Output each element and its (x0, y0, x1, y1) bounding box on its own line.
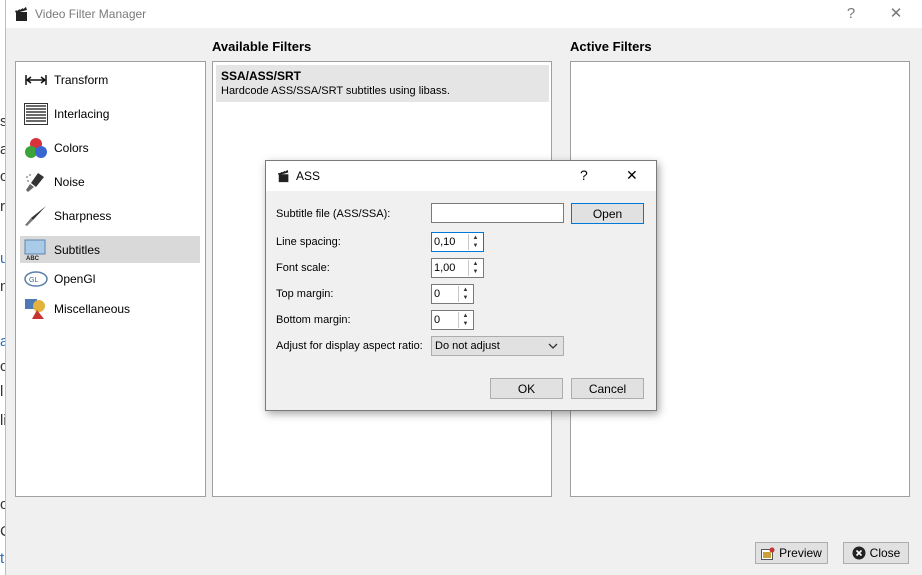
subtitles-icon: ABC (24, 239, 48, 261)
category-item-sharpness[interactable]: Sharpness (20, 202, 200, 229)
background-text: l (0, 383, 4, 400)
category-label: Subtitles (54, 242, 101, 257)
svg-text:GL: GL (29, 277, 38, 284)
arrow-up-icon[interactable]: ▲ (459, 312, 472, 320)
category-item-transform[interactable]: Transform (20, 66, 200, 93)
arrow-up-icon[interactable]: ▲ (469, 234, 482, 242)
arrow-up-icon[interactable]: ▲ (459, 286, 472, 294)
available-filters-heading: Available Filters (212, 39, 312, 54)
aspect-ratio-value: Do not adjust (435, 340, 500, 352)
close-label: Close (869, 546, 901, 560)
category-label: OpenGl (54, 271, 96, 286)
top-margin-label: Top margin: (276, 288, 334, 300)
transform-icon (24, 69, 48, 91)
sharpness-icon (24, 205, 48, 227)
window-title: Video Filter Manager (35, 7, 147, 21)
available-filter-item[interactable]: SSA/ASS/SRT Hardcode ASS/SSA/SRT subtitl… (216, 65, 549, 102)
arrow-down-icon[interactable]: ▼ (469, 268, 482, 276)
bottom-margin-value: 0 (434, 314, 441, 326)
line-spacing-spinbox[interactable]: 0,10 ▲ ▼ (431, 232, 484, 252)
arrow-down-icon[interactable]: ▼ (469, 242, 482, 250)
font-scale-label: Font scale: (276, 262, 330, 274)
top-margin-value: 0 (434, 288, 441, 300)
subtitle-file-label: Subtitle file (ASS/SSA): (276, 208, 391, 220)
preview-button[interactable]: Preview (755, 542, 828, 564)
opengl-icon: GL (24, 268, 48, 290)
chevron-down-icon (548, 341, 558, 351)
filter-description: Hardcode ASS/SSA/SRT subtitles using lib… (221, 85, 450, 97)
category-item-interlacing[interactable]: Interlacing (20, 100, 200, 127)
category-item-miscellaneous[interactable]: Miscellaneous (20, 295, 200, 322)
font-scale-stepper[interactable]: ▲ ▼ (468, 260, 482, 276)
close-button[interactable]: Close (843, 542, 909, 564)
active-filters-heading: Active Filters (570, 39, 652, 54)
open-button[interactable]: Open (571, 203, 644, 224)
arrow-down-icon[interactable]: ▼ (459, 294, 472, 302)
close-icon (852, 546, 866, 560)
dialog-close-button[interactable]: ✕ (626, 167, 638, 184)
colors-icon (24, 137, 48, 159)
category-label: Miscellaneous (54, 301, 131, 316)
category-item-colors[interactable]: Colors (20, 134, 200, 161)
line-spacing-stepper[interactable]: ▲ ▼ (468, 234, 482, 250)
ass-dialog: ASS ? ✕ Subtitle file (ASS/SSA): Open Li… (265, 160, 657, 411)
top-margin-spinbox[interactable]: 0 ▲ ▼ (431, 284, 474, 304)
ok-button[interactable]: OK (490, 378, 563, 399)
dialog-help-button[interactable]: ? (580, 167, 588, 183)
category-list: Transform Interlacing Colors Noise Sharp… (15, 61, 206, 497)
line-spacing-label: Line spacing: (276, 236, 341, 248)
category-label: Interlacing (54, 106, 110, 121)
arrow-down-icon[interactable]: ▼ (459, 320, 472, 328)
miscellaneous-icon (24, 298, 48, 320)
noise-icon (24, 171, 48, 193)
line-spacing-value: 0,10 (434, 236, 456, 248)
category-label: Sharpness (54, 208, 112, 223)
font-scale-spinbox[interactable]: 1,00 ▲ ▼ (431, 258, 484, 278)
dialog-title: ASS (296, 169, 321, 183)
aspect-ratio-select[interactable]: Do not adjust (431, 336, 564, 356)
cancel-button[interactable]: Cancel (571, 378, 644, 399)
background-text: t (0, 550, 5, 567)
aspect-ratio-label: Adjust for display aspect ratio: (276, 340, 423, 352)
close-window-button[interactable]: ✕ (881, 2, 911, 26)
category-item-subtitles[interactable]: ABC Subtitles (20, 236, 200, 263)
category-item-noise[interactable]: Noise (20, 168, 200, 195)
subtitle-file-input[interactable] (431, 203, 564, 223)
bottom-margin-stepper[interactable]: ▲ ▼ (458, 312, 472, 328)
svg-text:ABC: ABC (26, 256, 40, 261)
preview-icon (761, 547, 775, 560)
dialog-titlebar: ASS ? ✕ (266, 161, 656, 191)
top-margin-stepper[interactable]: ▲ ▼ (458, 286, 472, 302)
category-item-opengl[interactable]: GL OpenGl (20, 265, 200, 292)
help-button[interactable]: ? (836, 2, 866, 26)
window-titlebar: Video Filter Manager ? ✕ (6, 0, 922, 28)
bottom-margin-spinbox[interactable]: 0 ▲ ▼ (431, 310, 474, 330)
category-label: Colors (54, 140, 89, 155)
interlacing-icon (24, 102, 48, 125)
category-label: Noise (54, 174, 85, 189)
bottom-margin-label: Bottom margin: (276, 314, 351, 326)
clapperboard-icon (14, 6, 30, 22)
font-scale-value: 1,00 (434, 262, 456, 274)
filter-name: SSA/ASS/SRT (221, 69, 302, 83)
clapperboard-icon (277, 169, 291, 186)
category-label: Transform (54, 72, 109, 87)
preview-label: Preview (779, 546, 822, 560)
arrow-up-icon[interactable]: ▲ (469, 260, 482, 268)
